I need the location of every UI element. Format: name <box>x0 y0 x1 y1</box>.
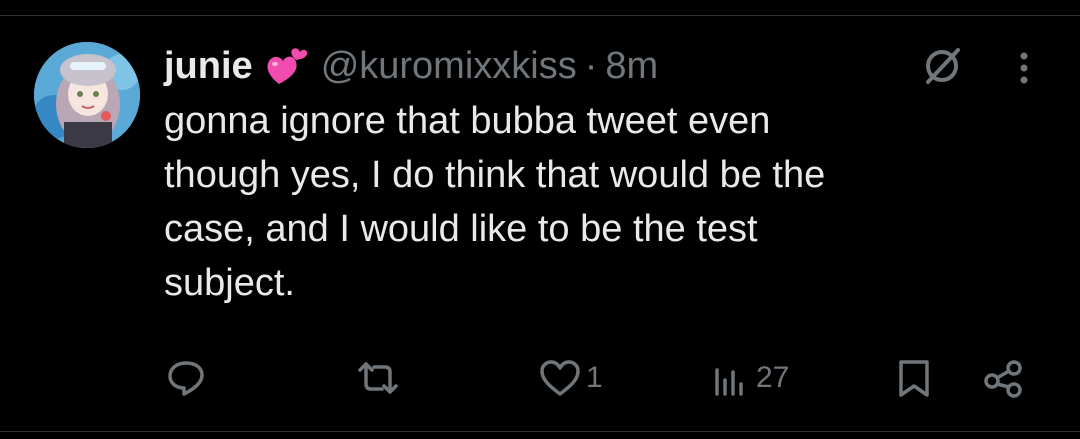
avatar[interactable] <box>34 42 140 148</box>
tweet-text-line: gonna ignore that bubba tweet even <box>164 100 771 142</box>
like-button[interactable]: 1 <box>538 356 603 400</box>
reply-button[interactable] <box>166 356 206 400</box>
tweet-timestamp[interactable]: 8m <box>605 45 658 88</box>
tweet-text-line: case, and I would like to be the test <box>164 208 758 250</box>
share-icon <box>984 360 1022 398</box>
reply-icon <box>168 361 204 396</box>
like-count: 1 <box>586 361 603 394</box>
views-button[interactable]: 27 <box>712 356 789 400</box>
author-name[interactable]: junie <box>164 45 253 88</box>
views-icon <box>715 368 743 396</box>
tweet-text: gonna ignore that bubba tweet even thoug… <box>164 94 1044 310</box>
top-divider <box>0 15 1080 16</box>
two-hearts-icon <box>265 46 309 86</box>
more-options-icon[interactable] <box>1012 48 1036 88</box>
views-count: 27 <box>756 361 790 394</box>
bookmark-button[interactable] <box>894 356 934 400</box>
retweet-icon <box>358 362 398 394</box>
avatar-image <box>34 42 140 148</box>
tweet-header: junie @kuromixxkiss · 8m <box>164 38 658 94</box>
bookmark-icon <box>899 360 929 397</box>
tweet-text-line: though yes, I do think that would be the <box>164 154 826 196</box>
tweet-text-line: subject. <box>164 262 295 304</box>
heart-icon <box>540 360 580 396</box>
separator-dot: · <box>584 44 598 87</box>
share-button[interactable] <box>982 356 1026 400</box>
tweet[interactable]: junie @kuromixxkiss · 8m gonna ignore th… <box>0 0 1080 439</box>
author-handle[interactable]: @kuromixxkiss <box>321 45 577 88</box>
bottom-divider <box>0 431 1080 432</box>
retweet-button[interactable] <box>356 356 400 400</box>
grok-icon[interactable] <box>920 44 964 88</box>
